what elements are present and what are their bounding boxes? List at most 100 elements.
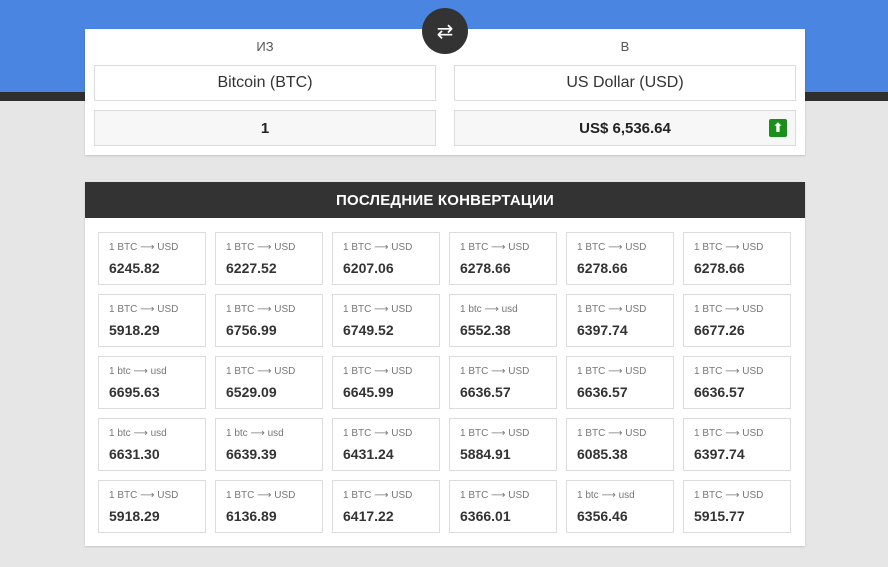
trend-up-icon: ⬆ <box>769 119 787 137</box>
conversion-value: 5915.77 <box>694 508 745 524</box>
conversion-card[interactable]: 1 BTC ⟶ USD 6227.52 <box>215 232 323 285</box>
conversion-value: 6636.57 <box>460 384 511 400</box>
conversion-pair: 1 BTC ⟶ USD <box>109 242 179 253</box>
conversion-value: 6278.66 <box>460 260 511 276</box>
conversion-card[interactable]: 1 BTC ⟶ USD 6085.38 <box>566 418 674 471</box>
conversion-card[interactable]: 1 BTC ⟶ USD 5915.77 <box>683 480 791 533</box>
conversion-pair: 1 BTC ⟶ USD <box>343 490 413 501</box>
conversion-pair: 1 BTC ⟶ USD <box>460 490 530 501</box>
conversion-card[interactable]: 1 btc ⟶ usd 6631.30 <box>98 418 206 471</box>
conversion-card[interactable]: 1 BTC ⟶ USD 6756.99 <box>215 294 323 347</box>
conversion-card[interactable]: 1 BTC ⟶ USD 6645.99 <box>332 356 440 409</box>
recent-conversions-title: ПОСЛЕДНИЕ КОНВЕРТАЦИИ <box>85 182 805 218</box>
result-value: US$ 6,536.64 <box>579 119 671 137</box>
conversion-pair: 1 BTC ⟶ USD <box>226 366 296 377</box>
conversion-value: 6207.06 <box>343 260 394 276</box>
conversion-value: 5918.29 <box>109 322 160 338</box>
conversion-pair: 1 BTC ⟶ USD <box>460 428 530 439</box>
conversion-value: 6397.74 <box>577 322 628 338</box>
conversion-value: 6417.22 <box>343 508 394 524</box>
conversion-card[interactable]: 1 BTC ⟶ USD 6417.22 <box>332 480 440 533</box>
conversion-value: 6278.66 <box>577 260 628 276</box>
conversion-pair: 1 btc ⟶ usd <box>577 490 635 501</box>
conversion-pair: 1 BTC ⟶ USD <box>226 304 296 315</box>
conversion-value: 6366.01 <box>460 508 511 524</box>
conversion-pair: 1 btc ⟶ usd <box>109 428 167 439</box>
conversion-value: 6356.46 <box>577 508 628 524</box>
conversion-card[interactable]: 1 BTC ⟶ USD 6397.74 <box>683 418 791 471</box>
conversion-pair: 1 BTC ⟶ USD <box>343 304 413 315</box>
conversion-card[interactable]: 1 BTC ⟶ USD 6636.57 <box>449 356 557 409</box>
conversion-value: 6631.30 <box>109 446 160 462</box>
conversion-card[interactable]: 1 BTC ⟶ USD 6136.89 <box>215 480 323 533</box>
conversion-pair: 1 BTC ⟶ USD <box>694 490 764 501</box>
result-field: US$ 6,536.64 ⬆ <box>454 110 796 146</box>
conversion-pair: 1 BTC ⟶ USD <box>577 366 647 377</box>
conversion-pair: 1 BTC ⟶ USD <box>460 242 530 253</box>
conversion-pair: 1 BTC ⟶ USD <box>226 490 296 501</box>
conversion-value: 6636.57 <box>694 384 745 400</box>
conversion-value: 6227.52 <box>226 260 277 276</box>
conversion-value: 6636.57 <box>577 384 628 400</box>
conversion-value: 6677.26 <box>694 322 745 338</box>
conversion-card[interactable]: 1 BTC ⟶ USD 6636.57 <box>566 356 674 409</box>
conversion-card[interactable]: 1 BTC ⟶ USD 5918.29 <box>98 480 206 533</box>
conversion-value: 6085.38 <box>577 446 628 462</box>
conversion-pair: 1 BTC ⟶ USD <box>109 304 179 315</box>
conversion-value: 6278.66 <box>694 260 745 276</box>
conversion-pair: 1 BTC ⟶ USD <box>694 304 764 315</box>
conversion-card[interactable]: 1 BTC ⟶ USD 6749.52 <box>332 294 440 347</box>
conversion-card[interactable]: 1 BTC ⟶ USD 6529.09 <box>215 356 323 409</box>
conversion-card[interactable]: 1 BTC ⟶ USD 5918.29 <box>98 294 206 347</box>
conversion-pair: 1 BTC ⟶ USD <box>226 242 296 253</box>
conversion-card[interactable]: 1 BTC ⟶ USD 6278.66 <box>683 232 791 285</box>
conversion-value: 5884.91 <box>460 446 511 462</box>
conversion-card[interactable]: 1 btc ⟶ usd 6639.39 <box>215 418 323 471</box>
conversion-card[interactable]: 1 btc ⟶ usd 6695.63 <box>98 356 206 409</box>
conversion-pair: 1 btc ⟶ usd <box>460 304 518 315</box>
conversion-card[interactable]: 1 BTC ⟶ USD 6245.82 <box>98 232 206 285</box>
conversion-value: 6397.74 <box>694 446 745 462</box>
conversion-value: 6552.38 <box>460 322 511 338</box>
conversion-pair: 1 BTC ⟶ USD <box>694 366 764 377</box>
conversion-pair: 1 BTC ⟶ USD <box>694 242 764 253</box>
conversion-pair: 1 BTC ⟶ USD <box>577 428 647 439</box>
from-currency-select[interactable]: Bitcoin (BTC) <box>94 65 436 101</box>
recent-conversions-panel: ПОСЛЕДНИЕ КОНВЕРТАЦИИ 1 BTC ⟶ USD 6245.82… <box>85 182 805 546</box>
conversion-card[interactable]: 1 btc ⟶ usd 6552.38 <box>449 294 557 347</box>
conversion-card[interactable]: 1 btc ⟶ usd 6356.46 <box>566 480 674 533</box>
conversion-value: 6695.63 <box>109 384 160 400</box>
conversion-pair: 1 BTC ⟶ USD <box>343 242 413 253</box>
conversion-pair: 1 btc ⟶ usd <box>109 366 167 377</box>
conversion-card[interactable]: 1 BTC ⟶ USD 6636.57 <box>683 356 791 409</box>
from-label: ИЗ <box>256 39 274 54</box>
conversion-card[interactable]: 1 BTC ⟶ USD 6366.01 <box>449 480 557 533</box>
conversion-pair: 1 btc ⟶ usd <box>226 428 284 439</box>
conversion-card[interactable]: 1 BTC ⟶ USD 6397.74 <box>566 294 674 347</box>
amount-input[interactable]: 1 <box>94 110 436 146</box>
conversion-pair: 1 BTC ⟶ USD <box>577 242 647 253</box>
conversion-pair: 1 BTC ⟶ USD <box>577 304 647 315</box>
conversion-card[interactable]: 1 BTC ⟶ USD 6278.66 <box>449 232 557 285</box>
conversion-value: 5918.29 <box>109 508 160 524</box>
conversion-value: 6431.24 <box>343 446 394 462</box>
conversion-pair: 1 BTC ⟶ USD <box>343 366 413 377</box>
to-currency-select[interactable]: US Dollar (USD) <box>454 65 796 101</box>
conversion-pair: 1 BTC ⟶ USD <box>460 366 530 377</box>
conversion-card[interactable]: 1 BTC ⟶ USD 6677.26 <box>683 294 791 347</box>
conversion-pair: 1 BTC ⟶ USD <box>343 428 413 439</box>
swap-button[interactable]: ⇄ <box>422 8 468 54</box>
conversion-card[interactable]: 1 BTC ⟶ USD 6431.24 <box>332 418 440 471</box>
conversion-value: 6245.82 <box>109 260 160 276</box>
conversion-pair: 1 BTC ⟶ USD <box>109 490 179 501</box>
conversion-card[interactable]: 1 BTC ⟶ USD 6207.06 <box>332 232 440 285</box>
conversion-card[interactable]: 1 BTC ⟶ USD 5884.91 <box>449 418 557 471</box>
conversion-value: 6639.39 <box>226 446 277 462</box>
recent-conversions-grid: 1 BTC ⟶ USD 6245.82 1 BTC ⟶ USD 6227.52 1 BT… <box>98 232 791 533</box>
conversion-value: 6749.52 <box>343 322 394 338</box>
conversion-value: 6756.99 <box>226 322 277 338</box>
conversion-card[interactable]: 1 BTC ⟶ USD 6278.66 <box>566 232 674 285</box>
conversion-value: 6645.99 <box>343 384 394 400</box>
to-label: В <box>620 39 630 54</box>
swap-icon: ⇄ <box>436 19 454 43</box>
